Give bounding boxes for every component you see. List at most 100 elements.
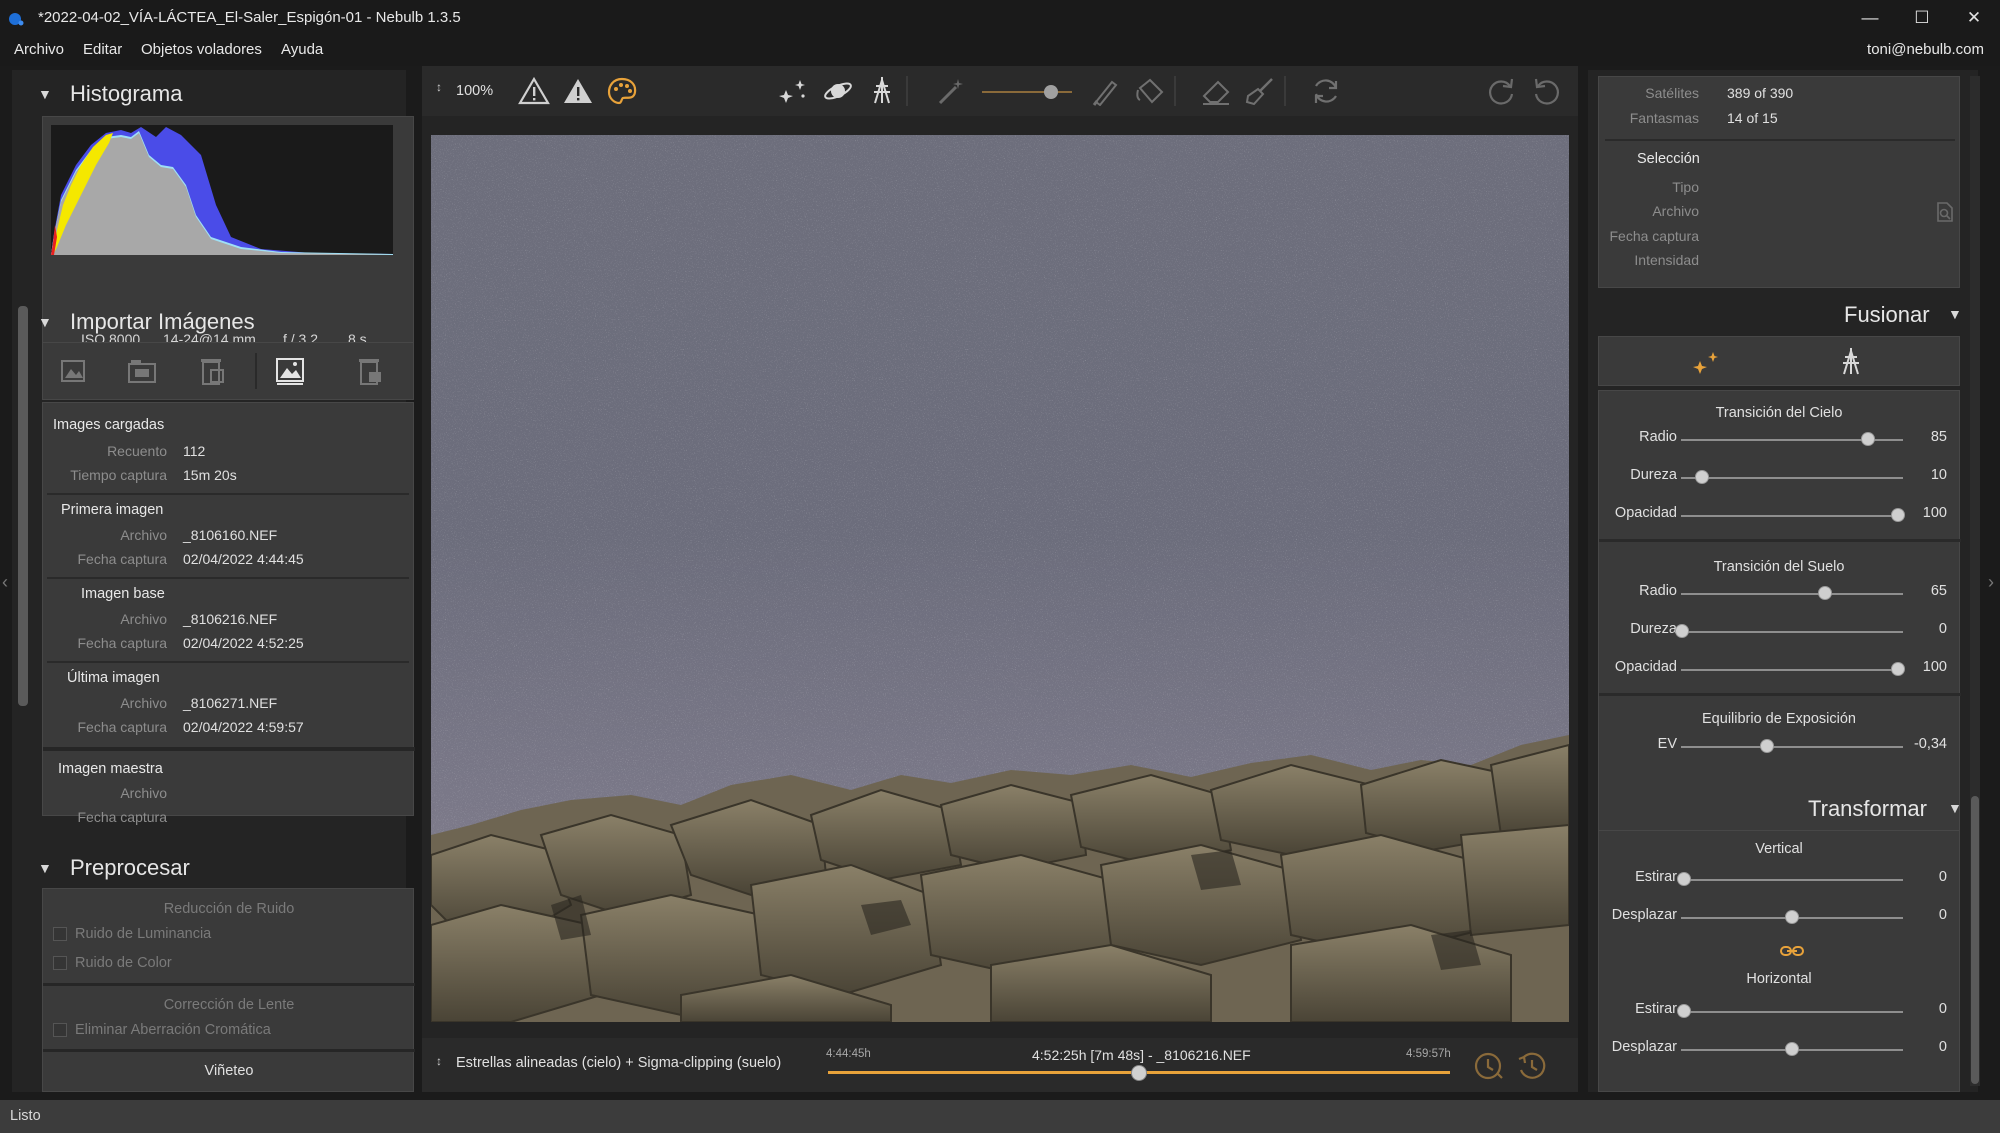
vignette-header[interactable]: Viñeteo: [43, 1063, 415, 1079]
toolbar-divider: [1284, 76, 1286, 106]
slider-label: Radio: [1639, 429, 1677, 445]
ground-tower-tab-icon[interactable]: [1835, 345, 1867, 377]
link-icon[interactable]: [1779, 943, 1805, 959]
slider-knob[interactable]: [1891, 662, 1905, 676]
slider-label: Opacidad: [1614, 659, 1677, 675]
luminance-checkbox[interactable]: [53, 927, 67, 941]
maximize-icon[interactable]: ☐: [1896, 0, 1948, 36]
slider-knob[interactable]: [1675, 624, 1689, 638]
zoom-level[interactable]: 100%: [456, 83, 493, 99]
user-account[interactable]: toni@nebulb.com: [1867, 41, 1984, 58]
left-scrollbar[interactable]: [18, 306, 28, 706]
remove-base-icon[interactable]: [355, 356, 385, 386]
add-images-icon[interactable]: [59, 356, 89, 386]
brush-size-track[interactable]: [982, 91, 1072, 93]
slider-track[interactable]: [1681, 593, 1903, 595]
menu-archivo[interactable]: Archivo: [14, 41, 64, 58]
collapse-triangle-icon[interactable]: ▼: [1948, 306, 1962, 322]
menu-objetos-voladores[interactable]: Objetos voladores: [141, 41, 262, 58]
histogram-header[interactable]: ▼ Histograma: [12, 76, 406, 112]
slider-track[interactable]: [1681, 1011, 1903, 1013]
fill-bucket-icon[interactable]: [1134, 76, 1166, 106]
slider-value: 0: [1938, 1039, 1947, 1055]
import-header[interactable]: ▼ Importar Imágenes: [12, 304, 406, 340]
add-folder-icon[interactable]: [127, 356, 157, 386]
slider-track[interactable]: [1681, 746, 1903, 748]
slider-knob[interactable]: [1785, 910, 1799, 924]
warning-outline-icon[interactable]: [518, 76, 550, 106]
collapse-triangle-icon[interactable]: ▼: [38, 860, 52, 876]
warning-filled-icon[interactable]: [562, 76, 594, 106]
refresh-icon[interactable]: [1310, 76, 1342, 106]
stack-mode[interactable]: Estrellas alineadas (cielo) + Sigma-clip…: [456, 1055, 781, 1071]
clock-history-icon[interactable]: [1516, 1050, 1548, 1082]
clock-back-icon[interactable]: [1472, 1050, 1504, 1082]
aberration-checkbox[interactable]: [53, 1023, 67, 1037]
base-date: 02/04/2022 4:52:25: [183, 635, 304, 651]
slider-knob[interactable]: [1677, 872, 1691, 886]
satellites-value: 389 of 390: [1727, 85, 1794, 101]
viewer-toolbar: ↕ 100%: [422, 66, 1578, 116]
slider-track[interactable]: [1681, 669, 1903, 671]
color-noise-checkbox[interactable]: [53, 956, 67, 970]
minimize-icon[interactable]: —: [1844, 0, 1896, 36]
collapse-triangle-icon[interactable]: ▼: [1948, 800, 1962, 816]
histogram-chart: [51, 125, 393, 255]
collapse-triangle-icon[interactable]: ▼: [38, 314, 52, 330]
slider-track[interactable]: [1681, 879, 1903, 881]
preprocess-header[interactable]: ▼ Preprocesar: [12, 850, 406, 886]
slider-track[interactable]: [1681, 477, 1903, 479]
broom-icon[interactable]: [1244, 76, 1276, 106]
timeline-knob[interactable]: [1131, 1065, 1147, 1081]
stars-icon[interactable]: [778, 76, 810, 106]
slider-knob[interactable]: [1695, 470, 1709, 484]
zoom-stepper-icon[interactable]: ↕: [436, 80, 442, 94]
palette-icon[interactable]: [606, 76, 638, 106]
slider-knob[interactable]: [1891, 508, 1905, 522]
divider: [1599, 693, 1961, 696]
slider-track[interactable]: [1681, 631, 1903, 633]
preview-image[interactable]: [431, 135, 1569, 1022]
slider-knob[interactable]: [1760, 739, 1774, 753]
divider: [47, 577, 409, 579]
sky-stars-tab-icon[interactable]: [1691, 347, 1723, 377]
close-icon[interactable]: ✕: [1948, 0, 2000, 36]
remove-images-icon[interactable]: [197, 356, 227, 386]
divider: [47, 493, 409, 495]
collapse-left-icon[interactable]: ‹: [2, 572, 8, 593]
first-header: Primera imagen: [61, 502, 164, 518]
slider-label: Dureza: [1630, 467, 1677, 483]
slider-knob[interactable]: [1818, 586, 1832, 600]
type-label: Tipo: [1672, 179, 1699, 195]
slider-knob[interactable]: [1677, 1004, 1691, 1018]
eraser-icon[interactable]: [1200, 76, 1232, 106]
color-noise-label: Ruido de Color: [75, 955, 172, 971]
right-scrollbar-thumb[interactable]: [1971, 796, 1979, 1084]
locate-file-icon[interactable]: [1935, 201, 1955, 223]
section-title: Preprocesar: [70, 855, 190, 880]
menu-ayuda[interactable]: Ayuda: [281, 41, 323, 58]
mode-stepper-icon[interactable]: ↕: [436, 1054, 442, 1068]
ground-tower-icon[interactable]: [866, 74, 898, 106]
right-panel: Satélites 389 of 390 Fantasmas 14 of 15 …: [1588, 70, 1978, 1092]
collapse-triangle-icon[interactable]: ▼: [38, 86, 52, 102]
file-label: Archivo: [120, 695, 167, 711]
planet-icon[interactable]: [822, 76, 854, 106]
slider-label: EV: [1657, 736, 1677, 752]
slider-knob[interactable]: [1861, 432, 1875, 446]
collapse-right-icon[interactable]: ›: [1988, 572, 1994, 593]
redo-icon[interactable]: [1486, 76, 1518, 106]
magic-wand-icon[interactable]: [936, 76, 968, 106]
slider-track[interactable]: [1681, 515, 1903, 517]
brush-icon[interactable]: [1090, 76, 1122, 106]
slider-value: 85: [1930, 429, 1947, 445]
undo-icon[interactable]: [1530, 76, 1562, 106]
divider: [43, 747, 415, 751]
base-image-icon[interactable]: [275, 356, 305, 386]
date-label: Fecha captura: [77, 809, 168, 825]
brush-size-knob[interactable]: [1044, 85, 1058, 99]
slider-knob[interactable]: [1785, 1042, 1799, 1056]
timeline-current: 4:52:25h [7m 48s] - _8106216.NEF: [1032, 1047, 1251, 1063]
left-panel: ▼ Histograma ISO 8000 14-24@14 mm f / 3,…: [12, 70, 415, 1092]
menu-editar[interactable]: Editar: [83, 41, 122, 58]
